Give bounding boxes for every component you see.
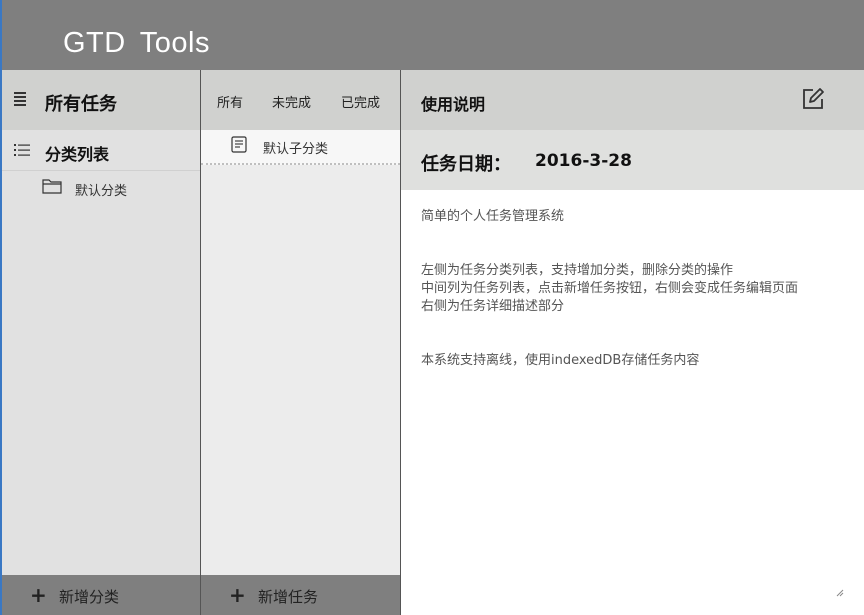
task-date-value: 2016-3-28 [535,151,632,171]
plus-icon: + [229,583,246,607]
app-title: GTD Tools [63,27,210,59]
tab-all[interactable]: 所有 [217,92,243,111]
folder-icon [42,179,62,194]
all-tasks-header[interactable]: 所有任务 [2,70,200,130]
detail-header: 使用说明 [401,70,864,130]
description-line [421,316,851,334]
task-date-bar: 任务日期： 2016-3-28 [401,130,864,190]
all-tasks-title: 所有任务 [45,94,117,115]
description-line [421,226,851,244]
subcategory-item[interactable]: 默认子分类 [201,130,400,165]
add-task-label: 新增任务 [258,588,319,606]
description-line: 左侧为任务分类列表，支持增加分类，删除分类的操作 [421,263,734,278]
task-filter-tabs: 所有 未完成 已完成 [201,70,400,130]
menu-icon [14,92,26,106]
add-category-button[interactable]: + 新增分类 [2,575,200,615]
app-header: GTD Tools [0,0,864,70]
add-task-button[interactable]: + 新增任务 [201,575,400,615]
plus-icon: + [30,583,47,607]
resize-grip-icon[interactable] [836,589,844,597]
add-category-label: 新增分类 [59,588,120,606]
tab-completed[interactable]: 已完成 [341,92,380,111]
description-line: 简单的个人任务管理系统 [421,209,565,224]
task-panel: 所有 未完成 已完成 默认子分类 + 新增任务 [201,70,401,615]
edit-icon[interactable] [801,87,825,111]
category-list-title: 分类列表 [45,145,110,164]
description-line: 本系统支持离线，使用indexedDB存储任务内容 [421,353,700,368]
category-item[interactable]: 默认分类 [2,171,200,201]
category-list-header: 分类列表 [2,130,200,171]
description-line: 中间列为任务列表，点击新增任务按钮，右侧会变成任务编辑页面 [421,281,799,296]
document-icon [231,136,247,153]
category-panel: 所有任务 分类列表 默认分类 + 新增分类 [0,70,201,615]
list-icon [14,144,30,156]
subcategory-label: 默认子分类 [263,142,329,157]
task-description[interactable]: 简单的个人任务管理系统 左侧为任务分类列表，支持增加分类，删除分类的操作 中间列… [421,208,851,370]
description-line: 右侧为任务详细描述部分 [421,299,565,314]
task-date-label: 任务日期： [421,154,511,175]
detail-title: 使用说明 [421,95,486,114]
detail-panel: 使用说明 任务日期： 2016-3-28 简单的个人任务管理系统 左侧为任务分类… [401,70,864,615]
category-item-label: 默认分类 [75,184,128,199]
tab-incomplete[interactable]: 未完成 [272,92,311,111]
